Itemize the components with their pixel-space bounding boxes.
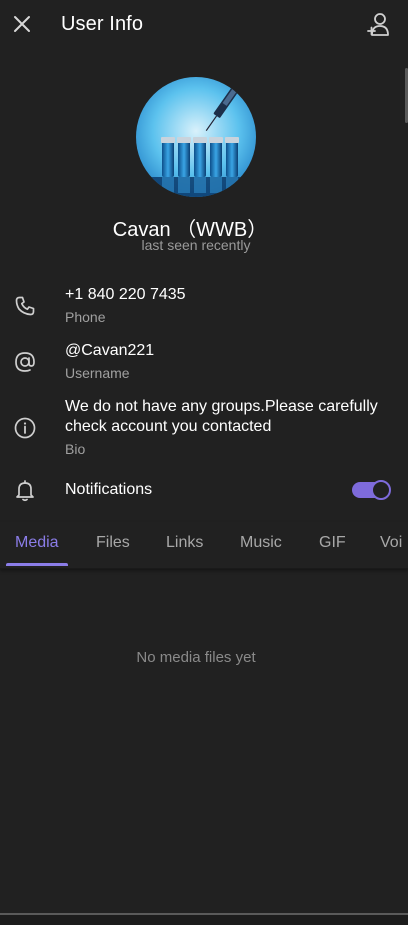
vaccine-vials-syringe-image xyxy=(136,77,256,197)
media-tabs: Media Files Links Music GIF Voi xyxy=(0,522,408,569)
phone-number[interactable]: +1 840 220 7435 xyxy=(65,285,186,305)
header-bar: User Info xyxy=(0,0,408,52)
bio-text-line2: check account you contacted xyxy=(65,418,272,435)
tab-links[interactable]: Links xyxy=(166,534,203,552)
notifications-label: Notifications xyxy=(65,481,153,498)
toggle-knob xyxy=(371,480,391,500)
user-info-screen: User Info Cavan （WWB） last seen recently… xyxy=(0,0,408,925)
add-contact-button[interactable] xyxy=(364,10,394,40)
notifications-row[interactable]: Notifications xyxy=(0,472,408,508)
phone-icon xyxy=(12,293,38,319)
bottom-edge xyxy=(0,913,408,925)
empty-media-message: No media files yet xyxy=(136,649,256,666)
at-icon xyxy=(12,349,38,375)
tab-music[interactable]: Music xyxy=(240,534,282,552)
tab-gif[interactable]: GIF xyxy=(319,534,346,552)
page-title: User Info xyxy=(61,13,144,35)
bio-text-line1: We do not have any groups.Please careful… xyxy=(65,398,378,415)
phone-label: Phone xyxy=(65,309,106,325)
tab-media[interactable]: Media xyxy=(15,534,59,552)
tab-files[interactable]: Files xyxy=(96,534,130,552)
bell-icon xyxy=(12,477,38,503)
close-button[interactable] xyxy=(9,11,35,37)
last-seen-status: last seen recently xyxy=(141,237,251,253)
bio-row[interactable]: We do not have any groups.Please careful… xyxy=(0,392,408,462)
tab-voice[interactable]: Voi xyxy=(380,534,402,552)
active-tab-indicator xyxy=(6,563,68,566)
notifications-toggle[interactable] xyxy=(352,480,391,500)
info-icon xyxy=(12,415,38,441)
phone-row[interactable]: +1 840 220 7435 Phone xyxy=(0,280,408,330)
username-value[interactable]: @Cavan221 xyxy=(65,341,154,361)
avatar[interactable] xyxy=(136,77,256,197)
username-label: Username xyxy=(65,365,130,381)
username-row[interactable]: @Cavan221 Username xyxy=(0,336,408,386)
close-icon xyxy=(14,16,30,32)
bio-label: Bio xyxy=(65,441,86,457)
add-contact-icon xyxy=(367,13,389,36)
